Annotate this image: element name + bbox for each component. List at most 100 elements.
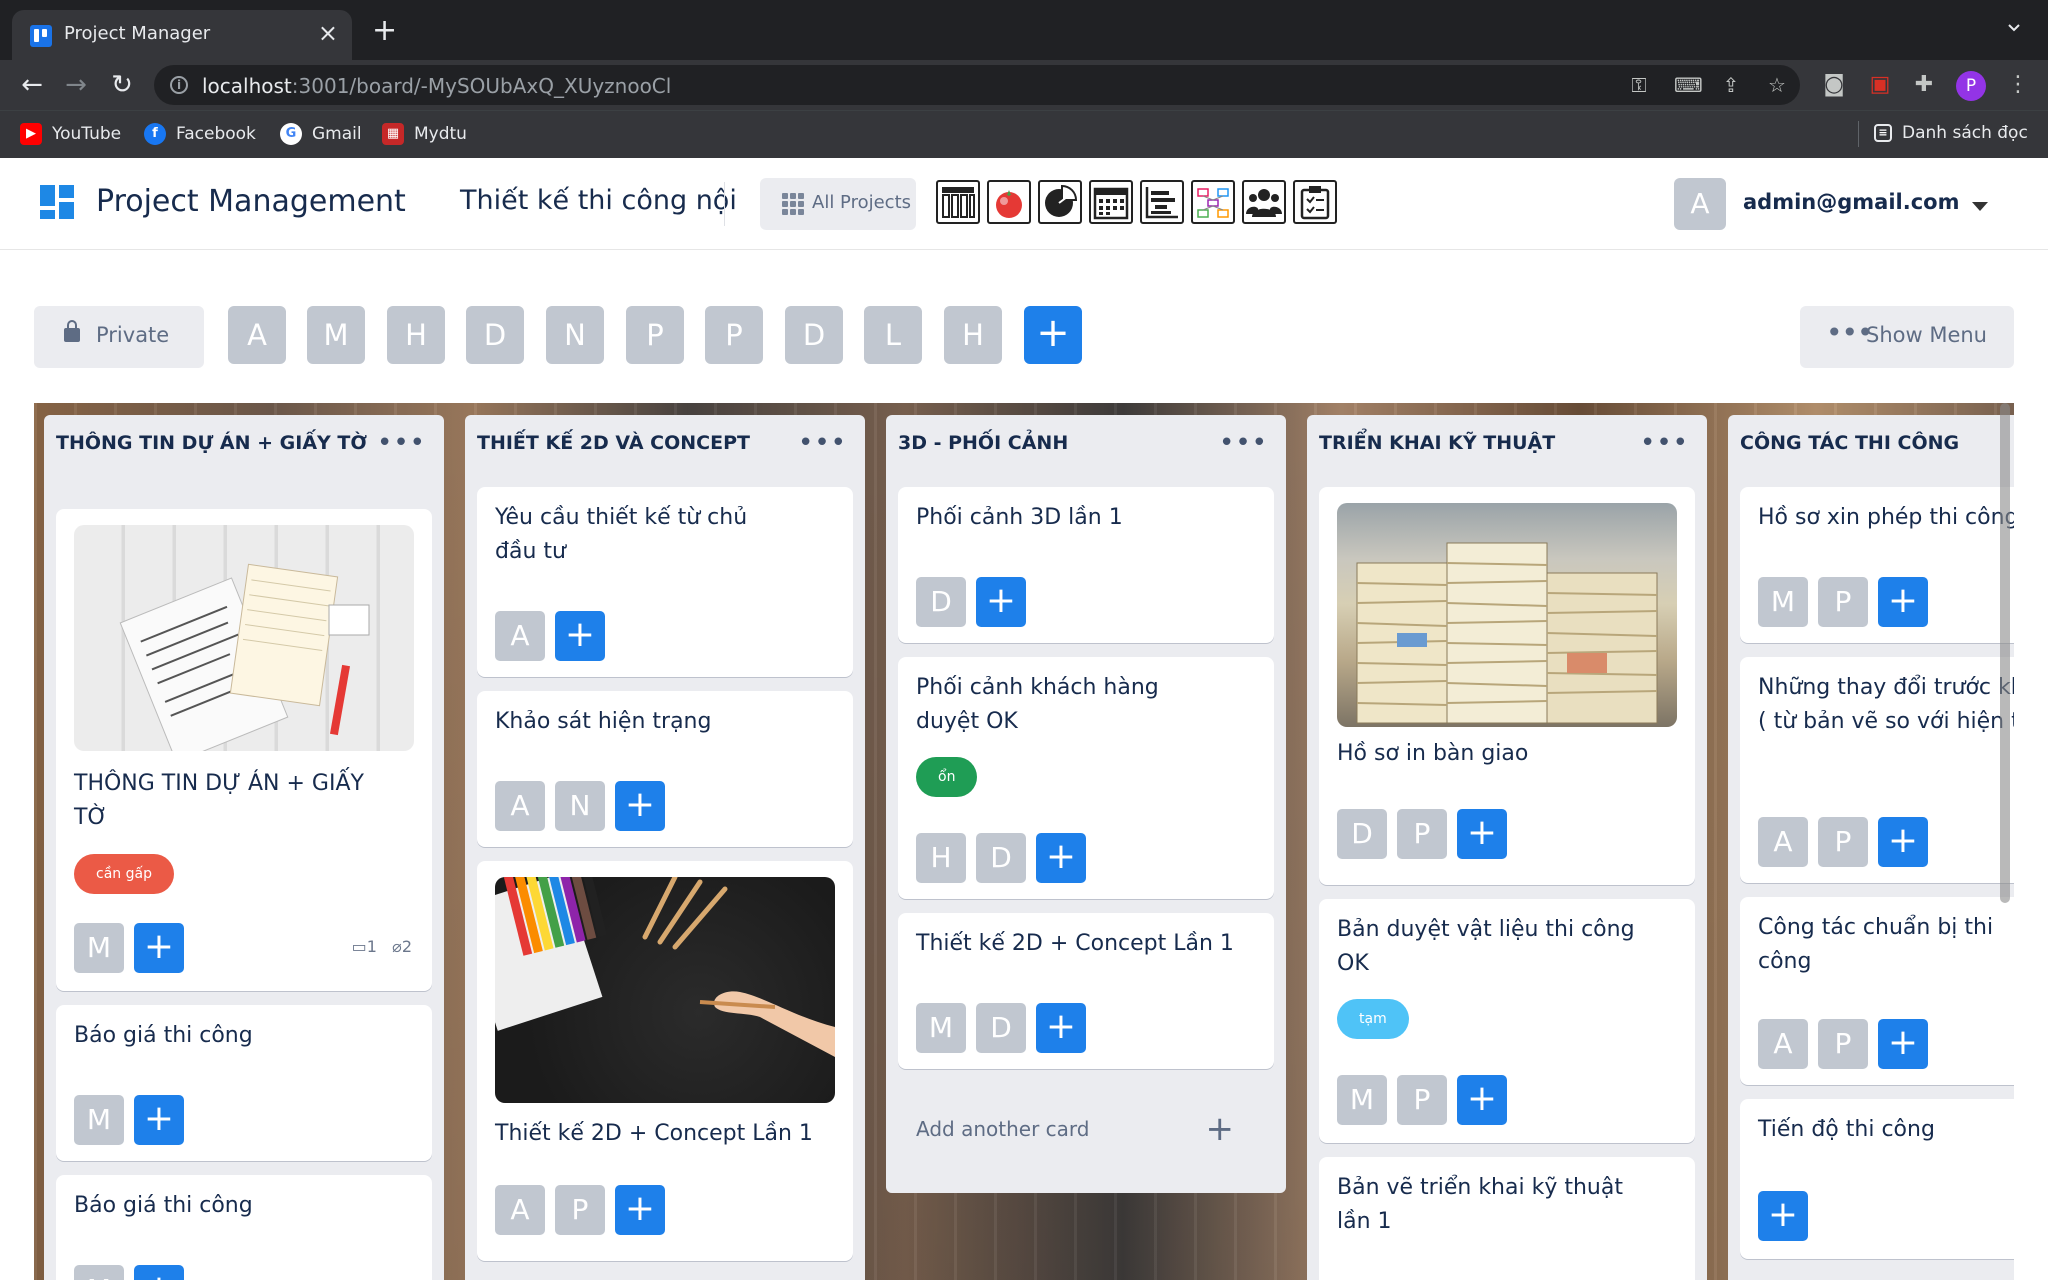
card-member-avatar[interactable]: A: [495, 1185, 545, 1235]
card-member-avatar[interactable]: M: [74, 1265, 124, 1280]
chrome-menu-icon[interactable]: ⋮: [2004, 71, 2032, 99]
card-member-avatar[interactable]: H: [916, 833, 966, 883]
add-member-button[interactable]: +: [1024, 306, 1082, 364]
card-member-avatar[interactable]: M: [74, 923, 124, 973]
board-member-avatar[interactable]: P: [705, 306, 763, 364]
bookmark-mydtu[interactable]: ▦ Mydtu: [382, 123, 467, 147]
browser-tab[interactable]: Project Manager ×: [12, 10, 352, 60]
bookmark-gmail[interactable]: G Gmail: [280, 123, 362, 147]
horizontal-scrollbar[interactable]: [2000, 403, 2010, 903]
card[interactable]: Yêu cầu thiết kế từ chủ đầu tư A +: [477, 487, 853, 677]
site-info-icon[interactable]: i: [170, 76, 188, 94]
board-member-avatar[interactable]: N: [546, 306, 604, 364]
card-member-avatar[interactable]: D: [916, 577, 966, 627]
card-member-avatar[interactable]: D: [976, 1003, 1026, 1053]
card[interactable]: Công tác chuẩn bị thi công A P +: [1740, 897, 2014, 1085]
card-member-avatar[interactable]: A: [1758, 817, 1808, 867]
card[interactable]: Những thay đổi trước khi thi công ( từ b…: [1740, 657, 2014, 883]
list-title[interactable]: THIẾT KẾ 2D VÀ CONCEPT: [477, 429, 797, 458]
reload-icon[interactable]: ↻: [108, 71, 136, 99]
card-member-avatar[interactable]: M: [1337, 1075, 1387, 1125]
card-member-avatar[interactable]: A: [1758, 1019, 1808, 1069]
mind-map-icon[interactable]: [1191, 180, 1235, 224]
card-member-avatar[interactable]: P: [1818, 1019, 1868, 1069]
list-title[interactable]: CÔNG TÁC THI CÔNG: [1740, 429, 2014, 458]
card-member-avatar[interactable]: M: [74, 1095, 124, 1145]
profile-avatar[interactable]: P: [1956, 71, 1986, 101]
card-member-avatar[interactable]: P: [1397, 1075, 1447, 1125]
address-bar[interactable]: i localhost:3001/board/-MySOUbAxQ_XUyzno…: [154, 65, 1800, 105]
translate-icon[interactable]: ⌨: [1674, 74, 1703, 96]
card-member-avatar[interactable]: N: [555, 781, 605, 831]
card[interactable]: THÔNG TIN DỰ ÁN + GIẤY TỜ cần gấp M + ▭1…: [56, 509, 432, 991]
add-card-member-button[interactable]: +: [1758, 1191, 1808, 1241]
board-member-avatar[interactable]: L: [864, 306, 922, 364]
card[interactable]: Bản vẽ triển khai kỹ thuật lần 1 D: [1319, 1157, 1695, 1280]
list-title[interactable]: 3D - PHỐI CẢNH: [898, 429, 1218, 458]
card-label[interactable]: cần gấp: [74, 854, 174, 894]
card-member-avatar[interactable]: M: [1758, 577, 1808, 627]
add-card-member-button[interactable]: +: [1036, 833, 1086, 883]
add-another-card-button[interactable]: Add another card +: [898, 1101, 1274, 1161]
card-member-avatar[interactable]: P: [1818, 817, 1868, 867]
card-member-avatar[interactable]: D: [1337, 809, 1387, 859]
add-card-member-button[interactable]: +: [615, 781, 665, 831]
card[interactable]: Thiết kế 2D + Concept Lần 1 A P +: [477, 861, 853, 1261]
card-member-avatar[interactable]: A: [495, 611, 545, 661]
show-menu-button[interactable]: ••• Show Menu: [1800, 306, 2014, 368]
new-tab-icon[interactable]: +: [372, 16, 397, 46]
add-card-member-button[interactable]: +: [615, 1185, 665, 1235]
extensions-puzzle-icon[interactable]: ✚: [1910, 71, 1938, 99]
add-card-member-button[interactable]: +: [134, 923, 184, 973]
kanban-board-icon[interactable]: [936, 180, 980, 224]
card[interactable]: Hồ sơ in bàn giao D P +: [1319, 487, 1695, 885]
board-member-avatar[interactable]: H: [387, 306, 445, 364]
gantt-chart-icon[interactable]: [1140, 180, 1184, 224]
card-member-avatar[interactable]: M: [916, 1003, 966, 1053]
board-member-avatar[interactable]: H: [944, 306, 1002, 364]
key-icon[interactable]: ⚿: [1628, 74, 1650, 96]
card-label[interactable]: tạm: [1337, 999, 1409, 1039]
board-member-avatar[interactable]: P: [626, 306, 684, 364]
bookmark-star-icon[interactable]: ☆: [1766, 74, 1788, 96]
list-more-icon[interactable]: •••: [1640, 430, 1689, 456]
forward-arrow-icon[interactable]: →: [62, 71, 90, 99]
user-email[interactable]: admin@gmail.com: [1743, 190, 1959, 214]
add-card-member-button[interactable]: +: [134, 1095, 184, 1145]
pie-chart-icon[interactable]: [1038, 180, 1082, 224]
add-card-member-button[interactable]: +: [1878, 1019, 1928, 1069]
card[interactable]: Bản duyệt vật liệu thi công OK tạm M P +: [1319, 899, 1695, 1143]
camera-extension-icon[interactable]: ◙: [1820, 71, 1848, 99]
card-member-avatar[interactable]: P: [1818, 577, 1868, 627]
card[interactable]: Báo giá thi công M +: [56, 1175, 432, 1280]
board-name[interactable]: Thiết kế thi công nội: [460, 185, 737, 216]
bookmark-youtube[interactable]: ▶ YouTube: [20, 123, 121, 147]
list-title[interactable]: THÔNG TIN DỰ ÁN + GIẤY TỜ: [56, 429, 376, 458]
chevron-down-icon[interactable]: [1972, 202, 1988, 211]
card[interactable]: Hồ sơ xin phép thi công M P +: [1740, 487, 2014, 643]
board-member-avatar[interactable]: D: [785, 306, 843, 364]
list-title[interactable]: TRIỂN KHAI KỸ THUẬT: [1319, 429, 1639, 458]
pomodoro-tomato-icon[interactable]: [987, 180, 1031, 224]
add-card-member-button[interactable]: +: [1036, 1003, 1086, 1053]
board-member-avatar[interactable]: D: [466, 306, 524, 364]
card[interactable]: Báo giá thi công M +: [56, 1005, 432, 1161]
card-member-avatar[interactable]: P: [1397, 809, 1447, 859]
card[interactable]: Khảo sát hiện trạng A N +: [477, 691, 853, 847]
app-title[interactable]: Project Management: [96, 184, 406, 219]
card-member-avatar[interactable]: A: [495, 781, 545, 831]
checklist-clipboard-icon[interactable]: [1293, 180, 1337, 224]
card[interactable]: Phối cảnh khách hàng duyệt OK ổn H D +: [898, 657, 1274, 899]
board-member-avatar[interactable]: A: [228, 306, 286, 364]
card-label[interactable]: ổn: [916, 757, 978, 797]
board-member-avatar[interactable]: M: [307, 306, 365, 364]
tab-search-chevron-icon[interactable]: [2006, 20, 2022, 36]
list-more-icon[interactable]: •••: [377, 430, 426, 456]
list-more-icon[interactable]: •••: [1219, 430, 1268, 456]
user-avatar[interactable]: A: [1674, 178, 1726, 230]
all-projects-button[interactable]: All Projects: [760, 178, 916, 230]
add-card-member-button[interactable]: +: [1457, 809, 1507, 859]
add-card-member-button[interactable]: +: [555, 611, 605, 661]
card[interactable]: Tiến độ thi công +: [1740, 1099, 2014, 1259]
team-members-icon[interactable]: [1242, 180, 1286, 224]
